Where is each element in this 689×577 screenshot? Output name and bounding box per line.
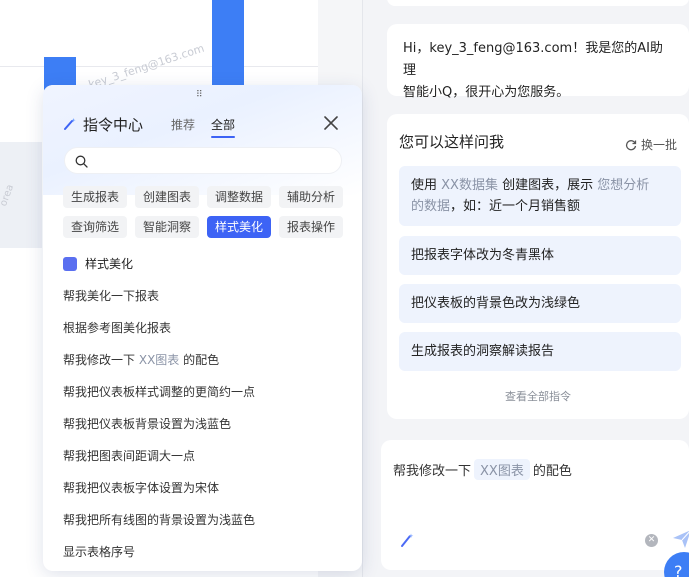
swap-button[interactable]: 换一批: [625, 136, 677, 153]
refresh-icon: [625, 139, 637, 150]
command-center-popup: ⠿ 指令中心 推荐 全部 生成报表 创建图表 调整数据 辅助分析 查询筛选 智能…: [43, 85, 362, 571]
popup-title: 指令中心: [83, 116, 144, 134]
chip-style-beautify[interactable]: 样式美化: [207, 216, 272, 238]
greeting-line-2: 智能小Q，很开心为您服务。: [403, 85, 570, 100]
send-icon[interactable]: [671, 528, 689, 550]
close-icon[interactable]: [323, 115, 339, 131]
command-wand-icon[interactable]: [399, 532, 415, 548]
tab-all[interactable]: 全部: [211, 116, 235, 133]
chip-assist-analysis[interactable]: 辅助分析: [279, 186, 344, 208]
command-text: 的配色: [183, 353, 220, 367]
chip-report-operation[interactable]: 报表操作: [279, 216, 344, 238]
input-text: 帮我修改一下: [393, 464, 472, 479]
clear-icon[interactable]: ✕: [645, 534, 658, 547]
command-item[interactable]: 显示表格序号: [63, 543, 135, 560]
command-text: 帮我修改一下: [63, 353, 136, 367]
suggestion-text: 创建图表，展示: [502, 178, 594, 193]
command-wand-icon: [64, 118, 76, 130]
suggestion-title: 您可以这样问我: [399, 133, 505, 151]
previous-message-card: [387, 0, 689, 6]
command-item[interactable]: 帮我把仪表板样式调整的更简约一点: [63, 383, 255, 400]
suggestion-text: ，如：近一个月销售额: [450, 199, 581, 214]
suggestion-card: 您可以这样问我 换一批 使用 XX数据集 创建图表，展示 您想分析 的数据，如：…: [387, 114, 689, 419]
command-item[interactable]: 帮我美化一下报表: [63, 287, 159, 304]
command-item[interactable]: 帮我把仪表板字体设置为宋体: [63, 479, 219, 496]
suggestion-placeholder: 您想分析: [597, 178, 650, 193]
chat-input-content: 帮我修改一下 XX图表 的配色: [393, 459, 572, 480]
suggestion-item[interactable]: 把仪表板的背景色改为浅绿色: [399, 284, 681, 323]
command-search-input[interactable]: [64, 147, 342, 174]
suggestion-placeholder: 的数据: [411, 199, 451, 214]
suggestion-placeholder: XX数据集: [441, 178, 498, 193]
command-item[interactable]: 帮我把图表间距调大一点: [63, 447, 195, 464]
section-header: 样式美化: [63, 255, 133, 272]
tab-recommended[interactable]: 推荐: [171, 116, 195, 133]
active-tab-indicator: [211, 136, 235, 138]
input-placeholder-tag[interactable]: XX图表: [474, 459, 530, 480]
chip-adjust-data[interactable]: 调整数据: [207, 186, 272, 208]
input-text: 的配色: [532, 464, 572, 479]
command-placeholder: XX图表: [138, 353, 180, 367]
chat-input[interactable]: 帮我修改一下 XX图表 的配色 ✕: [381, 440, 689, 570]
greeting-message: Hi，key_3_feng@163.com！我是您的AI助理 智能小Q，很开心为…: [387, 24, 689, 100]
assistant-panel: Hi，key_3_feng@163.com！我是您的AI助理 智能小Q，很开心为…: [363, 0, 689, 577]
drag-handle-icon[interactable]: ⠿: [196, 90, 204, 100]
suggestion-item[interactable]: 生成报表的洞察解读报告: [399, 332, 681, 371]
chip-smart-insight[interactable]: 智能洞察: [135, 216, 200, 238]
suggestion-item[interactable]: 使用 XX数据集 创建图表，展示 您想分析 的数据，如：近一个月销售额: [399, 166, 681, 226]
suggestion-text: 使用: [411, 178, 438, 193]
search-icon: [75, 155, 88, 168]
chip-create-chart[interactable]: 创建图表: [135, 186, 200, 208]
chip-query-filter[interactable]: 查询筛选: [63, 216, 128, 238]
command-item[interactable]: 帮我把所有线图的背景设置为浅蓝色: [63, 511, 255, 528]
section-title: 样式美化: [85, 257, 134, 271]
style-icon: [63, 256, 77, 271]
view-all-commands-link[interactable]: 查看全部指令: [387, 388, 689, 404]
command-item[interactable]: 帮我把仪表板背景设置为浅蓝色: [63, 415, 231, 432]
command-item[interactable]: 帮我修改一下 XX图表 的配色: [63, 351, 219, 368]
chart-bar: [212, 0, 244, 90]
greeting-line-1: Hi，key_3_feng@163.com！我是您的AI助理: [403, 41, 663, 78]
chip-generate-report[interactable]: 生成报表: [63, 186, 128, 208]
suggestion-item[interactable]: 把报表字体改为冬青黑体: [399, 236, 681, 275]
swap-label: 换一批: [640, 138, 677, 152]
command-item[interactable]: 根据参考图美化报表: [63, 319, 171, 336]
